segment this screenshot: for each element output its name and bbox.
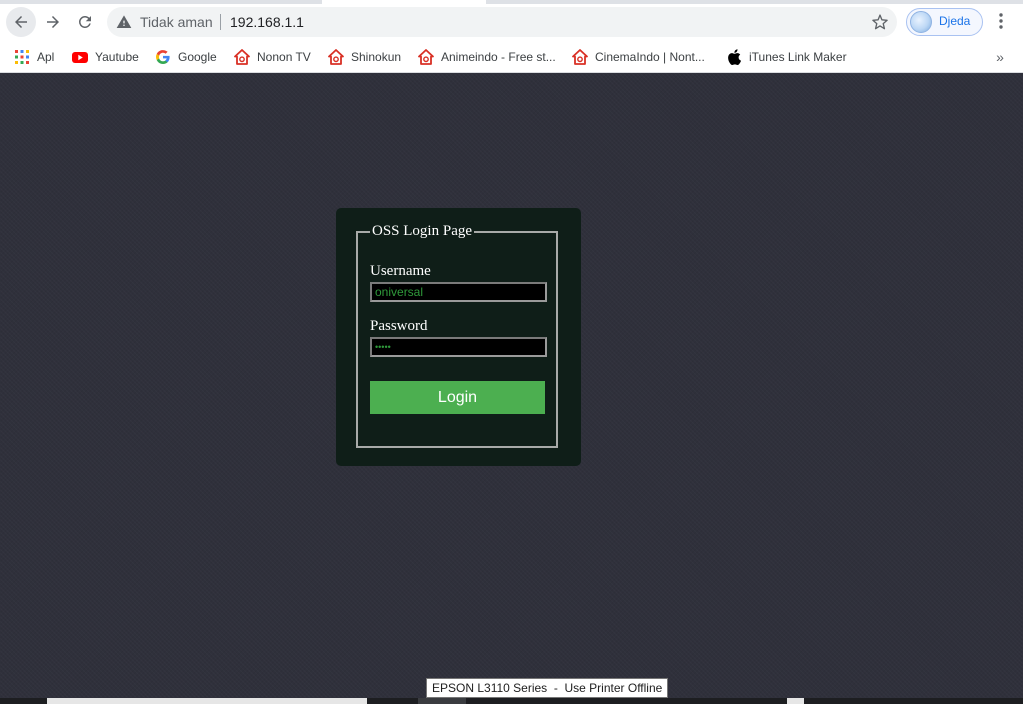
back-button[interactable] xyxy=(6,7,36,37)
login-panel: OSS Login Page Username oniversal Passwo… xyxy=(336,208,581,466)
taskbar-item[interactable] xyxy=(418,698,466,704)
bookmark-label: Shinokun xyxy=(351,50,402,64)
red-house-icon xyxy=(234,49,250,65)
red-house-icon xyxy=(572,49,588,65)
profile-name: Djeda xyxy=(939,14,971,28)
bookmark-label: Google xyxy=(178,50,217,64)
address-separator xyxy=(220,14,221,30)
reload-icon xyxy=(78,15,91,28)
bookmark-google[interactable]: Google xyxy=(155,46,217,68)
login-page-title: OSS Login Page xyxy=(370,222,475,240)
bookmark-shinokun[interactable]: Shinokun xyxy=(328,46,401,68)
login-button[interactable]: Login xyxy=(370,381,545,414)
bookmark-label: Yautube xyxy=(95,50,139,64)
bookmark-cinemaindo[interactable]: CinemaIndo | Nont... xyxy=(572,46,705,68)
browser-toolbar: Tidak aman 192.168.1.1 Djeda xyxy=(0,0,1023,42)
browser-menu-button[interactable] xyxy=(990,9,1012,33)
bookmark-label: Apl xyxy=(37,50,55,64)
address-bar[interactable]: Tidak aman 192.168.1.1 xyxy=(107,7,897,37)
red-house-icon xyxy=(328,49,344,65)
apps-grid-icon xyxy=(15,50,29,64)
youtube-icon xyxy=(72,52,88,63)
profile-button[interactable]: Djeda xyxy=(906,8,983,36)
taskbar-item[interactable] xyxy=(47,698,367,704)
bookmark-nonon-tv[interactable]: Nonon TV xyxy=(234,46,311,68)
bookmark-youtube[interactable]: Yautube xyxy=(72,46,139,68)
arrow-left-icon xyxy=(15,16,27,28)
bookmark-star-icon[interactable] xyxy=(871,13,889,31)
login-fieldset: OSS Login Page Username oniversal Passwo… xyxy=(356,222,558,448)
taskbar xyxy=(0,698,1023,704)
bookmark-label: CinemaIndo | Nont... xyxy=(595,50,705,64)
bookmark-apps[interactable]: Apl xyxy=(14,46,54,68)
tab-strip xyxy=(0,0,1023,4)
printer-status-tooltip: EPSON L3110 Series - Use Printer Offline xyxy=(426,678,669,698)
arrow-right-icon xyxy=(47,16,59,28)
security-status[interactable]: Tidak aman xyxy=(140,14,213,30)
google-icon xyxy=(156,50,170,65)
page-viewport: OSS Login Page Username oniversal Passwo… xyxy=(0,73,1023,698)
username-input[interactable]: oniversal xyxy=(370,282,547,302)
bookmark-animeindo[interactable]: Animeindo - Free st... xyxy=(418,46,556,68)
url-text[interactable]: 192.168.1.1 xyxy=(230,14,304,30)
forward-button[interactable] xyxy=(38,7,68,37)
more-bookmarks-chevron-icon[interactable]: » xyxy=(990,47,1010,67)
apple-icon xyxy=(728,49,741,65)
bookmark-label: Nonon TV xyxy=(257,50,311,64)
password-label: Password xyxy=(370,318,428,334)
reload-button[interactable] xyxy=(70,7,100,37)
taskbar-item[interactable] xyxy=(787,698,804,704)
password-input[interactable]: ••••• xyxy=(370,337,547,357)
bookmark-itunes-link-maker[interactable]: iTunes Link Maker xyxy=(726,46,847,68)
warning-icon xyxy=(116,15,132,28)
active-tab[interactable] xyxy=(322,0,486,4)
kebab-menu-icon xyxy=(999,13,1003,29)
bookmarks-bar: Apl Yautube Google Nonon TV Shinokun Ani… xyxy=(0,42,1023,73)
avatar xyxy=(910,11,932,33)
username-label: Username xyxy=(370,263,431,279)
bookmark-label: Animeindo - Free st... xyxy=(441,50,556,64)
bookmark-label: iTunes Link Maker xyxy=(749,50,847,64)
red-house-icon xyxy=(418,49,434,65)
